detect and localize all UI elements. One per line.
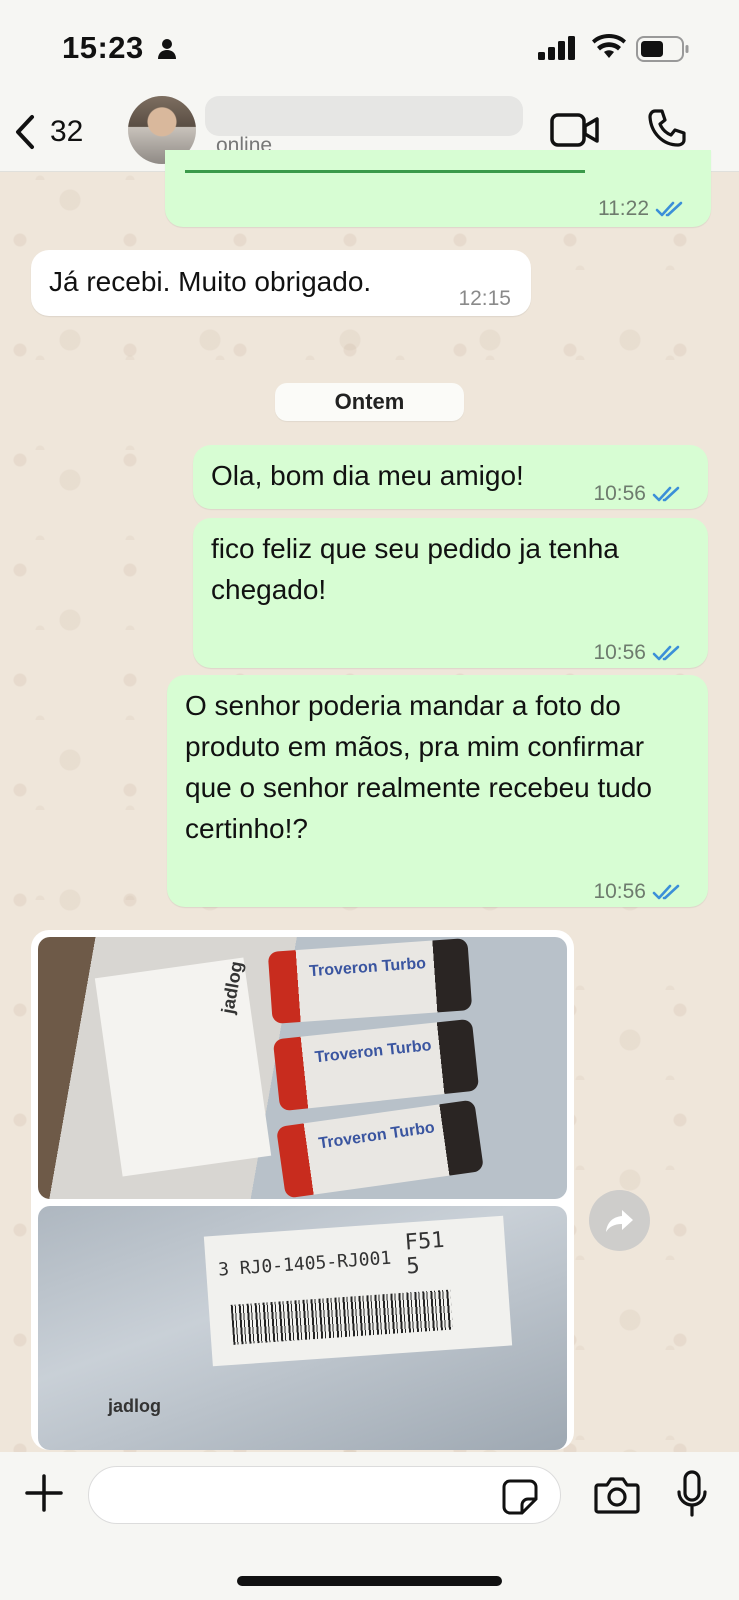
bottle-label: Troveron Turbo — [314, 1037, 433, 1067]
camera-button[interactable] — [594, 1476, 640, 1519]
product-bottle: Troveron Turbo — [267, 938, 473, 1024]
status-time: 15:23 — [62, 30, 144, 65]
message-time: 10:56 — [593, 482, 646, 505]
jadlog-logo-text: jadlog — [108, 1396, 161, 1416]
status-bar: 15:23 — [0, 0, 739, 92]
read-ticks-icon — [652, 645, 680, 660]
message-time: 11:22 — [598, 197, 649, 220]
outgoing-message[interactable]: fico feliz que seu pedido ja tenha chega… — [193, 518, 708, 668]
chevron-left-icon — [16, 115, 34, 149]
microphone-button[interactable] — [676, 1470, 708, 1523]
message-text: Ola, bom dia meu amigo! — [211, 460, 524, 491]
cellular-signal-icon — [538, 36, 576, 65]
message-text: fico feliz que seu pedido ja tenha chega… — [211, 533, 619, 605]
read-ticks-icon — [652, 486, 680, 501]
message-meta: 10:56 — [593, 473, 682, 514]
parcel-label — [94, 957, 272, 1177]
image-message[interactable]: jadlog Troveron Turbo Troveron Turbo Tro… — [31, 930, 574, 1450]
wifi-icon — [592, 34, 626, 65]
person-icon — [157, 38, 177, 65]
photo-shipping-label[interactable]: 3 RJ0-1405-RJ001 F51 5 jadlog — [38, 1206, 567, 1450]
product-bottle: Troveron Turbo — [275, 1099, 485, 1199]
attach-button[interactable] — [24, 1473, 64, 1518]
unread-count: 32 — [50, 115, 84, 148]
barcode — [230, 1289, 453, 1345]
plus-icon — [25, 1474, 63, 1512]
label-code: 3 RJ0-1405-RJ001 — [217, 1247, 392, 1281]
incoming-message[interactable]: Já recebi. Muito obrigado. 12:15 — [31, 250, 531, 316]
phone-icon — [648, 109, 686, 147]
message-meta: 11:22 — [598, 188, 685, 229]
microphone-icon — [677, 1470, 707, 1517]
link-underline — [185, 170, 585, 173]
message-text: Já recebi. Muito obrigado. — [49, 266, 372, 297]
message-composer — [0, 1452, 739, 1600]
message-time: 10:56 — [593, 880, 646, 903]
forward-arrow-icon — [605, 1209, 633, 1232]
outgoing-message[interactable]: O senhor poderia mandar a foto do produt… — [167, 675, 708, 907]
label-code: 5 — [405, 1253, 421, 1280]
forward-button[interactable] — [589, 1190, 650, 1251]
read-ticks-icon — [655, 201, 683, 216]
message-input[interactable] — [88, 1466, 561, 1524]
photo-bottles-package[interactable]: jadlog Troveron Turbo Troveron Turbo Tro… — [38, 937, 567, 1199]
video-camera-icon — [550, 113, 599, 147]
video-call-button[interactable] — [550, 112, 600, 153]
message-meta: 10:56 — [593, 871, 682, 912]
battery-icon — [636, 36, 690, 67]
message-meta: 12:15 — [458, 278, 511, 319]
sticker-icon — [502, 1479, 538, 1515]
voice-call-button[interactable] — [646, 108, 688, 155]
back-button[interactable]: 32 — [14, 110, 104, 154]
outgoing-message[interactable]: Ola, bom dia meu amigo! 10:56 — [193, 445, 708, 509]
contact-name-redacted[interactable] — [205, 96, 523, 136]
product-bottle: Troveron Turbo — [272, 1018, 480, 1112]
bottle-label: Troveron Turbo — [317, 1119, 436, 1153]
date-divider: Ontem — [275, 383, 464, 421]
label-code: F51 — [403, 1227, 446, 1256]
message-text: O senhor poderia mandar a foto do produt… — [185, 690, 652, 844]
read-ticks-icon — [652, 884, 680, 899]
bottle-label: Troveron Turbo — [308, 955, 427, 981]
shipping-label: 3 RJ0-1405-RJ001 F51 5 — [203, 1215, 513, 1367]
home-indicator — [237, 1576, 502, 1586]
sticker-button[interactable] — [502, 1479, 538, 1520]
message-meta: 10:56 — [593, 632, 682, 673]
camera-icon — [594, 1477, 640, 1514]
message-time: 10:56 — [593, 641, 646, 664]
outgoing-message[interactable]: 11:22 — [165, 150, 711, 227]
message-time: 12:15 — [458, 287, 511, 310]
